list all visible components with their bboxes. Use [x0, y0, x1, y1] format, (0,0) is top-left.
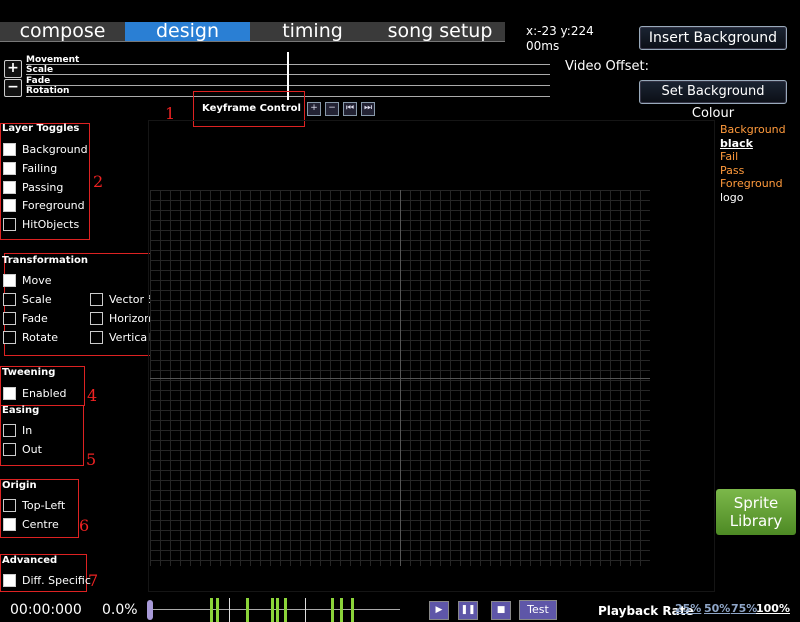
advanced-diff-specific[interactable]: Diff. Specific [3, 572, 91, 588]
keyframe-add-button[interactable]: + [307, 102, 321, 116]
timeline-marker [276, 598, 279, 622]
layer-toggle-hitobjects[interactable]: HitObjects [3, 216, 79, 232]
pause-icon[interactable]: ❚❚ [458, 601, 478, 620]
seek-bar[interactable] [150, 609, 400, 610]
transform-move[interactable]: Move [3, 272, 52, 288]
easing-out[interactable]: Out [3, 441, 42, 457]
transform-fade[interactable]: Fade [3, 310, 48, 326]
checkbox[interactable] [3, 442, 16, 456]
checkbox[interactable] [3, 573, 16, 587]
timeline-marker [271, 598, 274, 622]
tweening-enabled[interactable]: Enabled [3, 385, 66, 401]
checkbox[interactable] [3, 517, 16, 531]
timeline-marker [246, 598, 249, 622]
tab-design[interactable]: design [125, 22, 250, 41]
annotation-6: 6 [79, 516, 90, 535]
sprite-library-label-1: Sprite [733, 494, 779, 512]
layer-list-foreground[interactable]: Foreground [720, 177, 783, 190]
test-label: Test [527, 603, 549, 616]
test-button[interactable]: Test [519, 600, 557, 620]
checkbox[interactable] [90, 330, 103, 344]
checkbox[interactable] [3, 292, 16, 306]
layer-list-fail[interactable]: Fail [720, 150, 738, 163]
playback-rate-100[interactable]: 100% [756, 602, 790, 615]
layer-list-background[interactable]: Background [720, 123, 786, 136]
tab-song-setup[interactable]: song setup [375, 22, 505, 41]
checkbox[interactable] [90, 292, 103, 306]
video-offset-label: Video Offset: [565, 59, 649, 74]
keyframe-control-label: Keyframe Control [202, 103, 301, 114]
playback-rate-50[interactable]: 50% [704, 602, 730, 615]
checkbox[interactable] [3, 498, 16, 512]
sprite-library-label-2: Library [729, 512, 783, 530]
layer-toggles-title: Layer Toggles [2, 123, 80, 134]
cursor-time: 00ms [526, 39, 560, 53]
playback-rate-75[interactable]: 75% [731, 602, 757, 615]
layer-toggle-background[interactable]: Background [3, 141, 88, 157]
timeline-marker [284, 598, 287, 622]
keyframe-next-button[interactable]: ⏭ [361, 102, 375, 116]
timeline-marker [340, 598, 343, 622]
checkbox[interactable] [3, 198, 16, 212]
keyframe-remove-button[interactable]: − [325, 102, 339, 116]
easing-in[interactable]: In [3, 422, 32, 438]
set-background-colour-button[interactable]: Set Background Colour [639, 80, 787, 121]
insert-background-button[interactable]: Insert Background [639, 26, 787, 50]
timeline-zoom-in-button[interactable]: + [4, 60, 22, 78]
layer-list-item-black[interactable]: black [720, 137, 753, 150]
checkbox[interactable] [3, 423, 16, 437]
checkbox[interactable] [90, 311, 103, 325]
mode-tabs: compose design timing song setup [0, 22, 505, 42]
layer-list-pass[interactable]: Pass [720, 164, 744, 177]
origin-centre[interactable]: Centre [3, 516, 59, 532]
timeline-marker [216, 598, 219, 622]
annotation-2: 2 [93, 172, 104, 191]
transform-scale[interactable]: Scale [3, 291, 52, 307]
playback-rate-25[interactable]: 25% [675, 602, 701, 615]
checkbox[interactable] [3, 330, 16, 344]
tweening-title: Tweening [2, 367, 56, 378]
cursor-coords: x:-23 y:224 [526, 24, 594, 38]
transform-rotate[interactable]: Rotate [3, 329, 58, 345]
cursor-readout: x:-23 y:224 00ms [526, 24, 594, 54]
current-time: 00:00:000 [10, 602, 82, 618]
layer-toggle-foreground[interactable]: Foreground [3, 197, 85, 213]
origin-top-left[interactable]: Top-Left [3, 497, 65, 513]
timeline-marker [331, 598, 334, 622]
checkbox[interactable] [3, 161, 16, 175]
advanced-title: Advanced [2, 555, 58, 566]
tab-compose[interactable]: compose [0, 22, 125, 41]
checkbox[interactable] [3, 180, 16, 194]
checkbox[interactable] [3, 273, 16, 287]
checkbox[interactable] [3, 386, 16, 400]
layer-list-item-logo[interactable]: logo [720, 191, 744, 204]
stop-icon[interactable]: ■ [491, 601, 511, 620]
timeline-marker [210, 598, 213, 622]
layer-toggle-failing[interactable]: Failing [3, 160, 57, 176]
checkbox[interactable] [3, 142, 16, 156]
layer-toggle-passing[interactable]: Passing [3, 179, 63, 195]
keyframe-previous-button[interactable]: ⏮ [343, 102, 357, 116]
sprite-library-button[interactable]: Sprite Library [716, 489, 796, 535]
track-rotation-label: Rotation [26, 86, 70, 96]
grid-center-horizontal [150, 378, 650, 379]
checkbox[interactable] [3, 311, 16, 325]
timeline-marker [305, 598, 306, 622]
transformation-title: Transformation [2, 255, 88, 266]
timeline-marker [229, 598, 230, 622]
timeline-marker [351, 598, 354, 622]
origin-title: Origin [2, 480, 37, 491]
timeline-zoom-out-button[interactable]: − [4, 79, 22, 97]
song-progress-percent: 0.0% [102, 602, 138, 618]
seek-handle[interactable] [147, 600, 153, 620]
checkbox[interactable] [3, 217, 16, 231]
annotation-4: 4 [87, 386, 98, 405]
play-icon[interactable]: ▶ [429, 601, 449, 620]
easing-title: Easing [2, 405, 40, 416]
annotation-5: 5 [86, 450, 97, 469]
tab-timing[interactable]: timing [250, 22, 375, 41]
